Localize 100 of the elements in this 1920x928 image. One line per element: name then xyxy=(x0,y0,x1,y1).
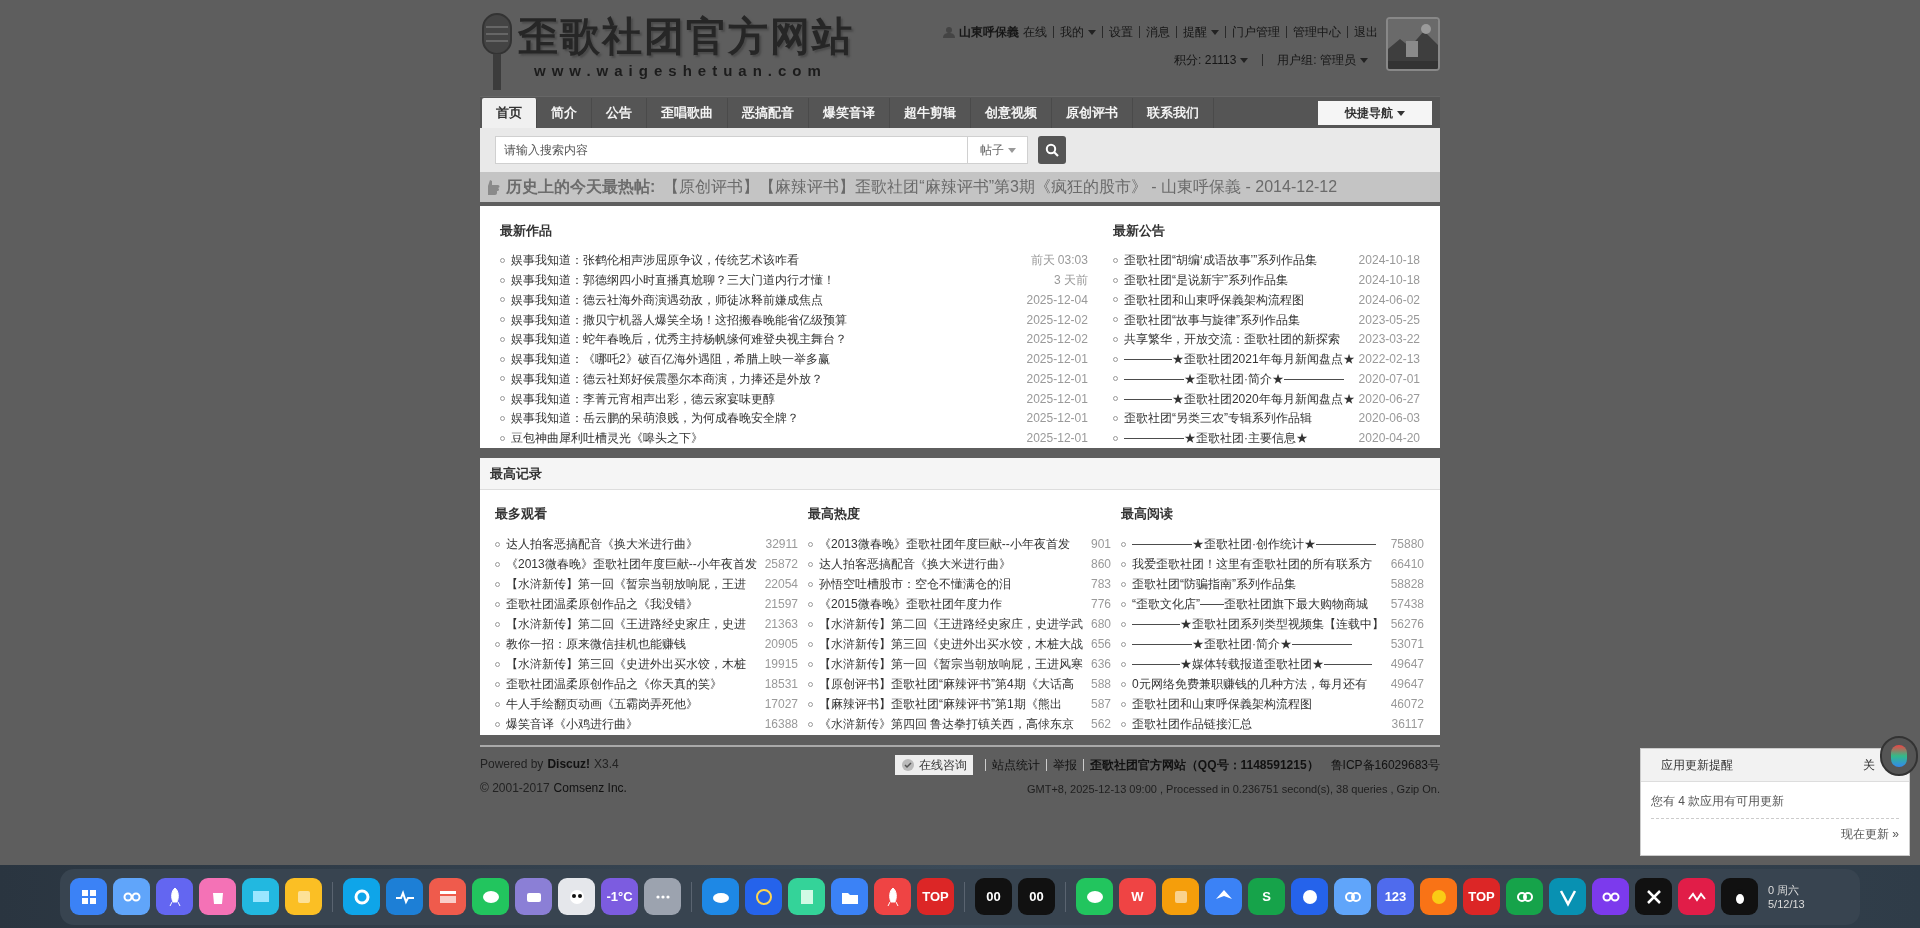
post-link[interactable]: 歪歌社团“是说新宇”系列作品集 xyxy=(1123,271,1288,290)
post-link[interactable]: ————★歪歌社团2021年每月新闻盘点★ xyxy=(1123,350,1355,369)
app-icon[interactable] xyxy=(1635,878,1672,915)
post-link[interactable]: 豆包神曲犀利吐槽灵光《嗥头之下》 xyxy=(511,429,703,448)
post-link[interactable]: 达人拍客恶搞配音《换大米进行曲》 xyxy=(506,535,698,553)
app-icon[interactable]: 123 xyxy=(1377,878,1414,915)
post-link[interactable]: 教你一招：原来微信挂机也能赚钱 xyxy=(506,635,686,653)
post-link[interactable]: 《2013微春晚》歪歌社团年度巨献--小年夜首发 xyxy=(506,555,757,573)
close-button[interactable]: 关 xyxy=(1863,756,1875,774)
post-link[interactable]: 达人拍客恶搞配音《换大米进行曲》 xyxy=(819,555,1011,573)
app-icon[interactable] xyxy=(1420,878,1457,915)
nav-tab[interactable]: 首页 xyxy=(482,98,537,128)
post-link[interactable]: —————★歪歌社团·创作统计★————— xyxy=(1132,535,1376,553)
post-link[interactable]: 歪歌社团“防骗指南”系列作品集 xyxy=(1132,575,1296,593)
post-link[interactable]: 《水浒新传》第四回 鲁达拳打镇关西，高俅东京 xyxy=(819,715,1075,733)
app-icon[interactable] xyxy=(874,878,911,915)
post-link[interactable]: 【麻辣评书】歪歌社团“麻辣评书”第1期《熊出 xyxy=(819,695,1062,713)
app-icon[interactable] xyxy=(386,878,423,915)
app-icon[interactable] xyxy=(70,878,107,915)
app-icon[interactable] xyxy=(745,878,782,915)
post-link[interactable]: —————★歪歌社团·主要信息★ xyxy=(1123,429,1308,448)
app-icon[interactable] xyxy=(1721,878,1758,915)
app-icon[interactable] xyxy=(343,878,380,915)
online-consult-button[interactable]: 在线咨询 xyxy=(894,755,973,775)
app-icon[interactable] xyxy=(788,878,825,915)
app-icon[interactable] xyxy=(113,878,150,915)
post-link[interactable]: 娱事我知道：德云社郑好侯震墨尔本商演，力捧还是外放？ xyxy=(511,369,823,388)
app-icon[interactable] xyxy=(1205,878,1242,915)
post-link[interactable]: 歪歌社团作品链接汇总 xyxy=(1132,715,1252,733)
app-icon[interactable] xyxy=(558,878,595,915)
app-icon[interactable] xyxy=(429,878,466,915)
post-link[interactable]: ————★媒体转载报道歪歌社团★———— xyxy=(1132,655,1372,673)
post-link[interactable]: 共享繁华，开放交流：歪歌社团的新探索 xyxy=(1123,330,1340,349)
app-icon[interactable] xyxy=(1334,878,1371,915)
app-icon[interactable] xyxy=(1162,878,1199,915)
app-icon[interactable]: TOP xyxy=(1463,878,1500,915)
app-icon[interactable]: TOP xyxy=(917,878,954,915)
post-link[interactable]: 《2015微春晚》歪歌社团年度力作 xyxy=(819,595,1002,613)
post-link[interactable]: “歪歌文化店”——歪歌社团旗下最大购物商城 xyxy=(1132,595,1368,613)
post-link[interactable]: 娱事我知道：张鹤伦相声涉屈原争议，传统艺术该咋看 xyxy=(511,251,799,270)
post-link[interactable]: 【水浒新传】第二回《王进路经史家庄，史进学武 xyxy=(819,615,1083,633)
post-link[interactable]: 牛人手绘翻页动画《五霸岗弄死他》 xyxy=(506,695,698,713)
app-icon[interactable]: 00 xyxy=(1018,878,1055,915)
post-link[interactable]: 【水浒新传】第一回《暂宗当朝放响屁，王进风寒 xyxy=(819,655,1083,673)
post-link[interactable]: 【水浒新传】第三回《史进外出买水饺，木桩 xyxy=(506,655,746,673)
search-button[interactable] xyxy=(1038,136,1066,164)
post-link[interactable]: 歪歌社团和山東呼保義架构流程图 xyxy=(1123,290,1304,309)
post-link[interactable]: 爆笑音译《小鸡进行曲》 xyxy=(506,715,638,733)
app-icon[interactable]: -1°C xyxy=(601,878,638,915)
app-icon[interactable] xyxy=(285,878,322,915)
app-icon[interactable] xyxy=(242,878,279,915)
app-icon[interactable] xyxy=(199,878,236,915)
post-link[interactable]: 娱事我知道：《哪吒2》破百亿海外遇阻，希腊上映一举多赢 xyxy=(511,350,830,369)
post-link[interactable]: 我爱歪歌社团！这里有歪歌社团的所有联系方 xyxy=(1132,555,1372,573)
quick-nav-button[interactable]: 快捷导航 xyxy=(1318,101,1432,125)
app-icon[interactable]: 00 xyxy=(975,878,1012,915)
post-link[interactable]: 歪歌社团和山東呼保義架构流程图 xyxy=(1132,695,1312,713)
app-icon[interactable] xyxy=(1678,878,1715,915)
post-link[interactable]: 孙悟空吐槽股市：空仓不懂满仓的泪 xyxy=(819,575,1011,593)
post-link[interactable]: 歪歌社团“胡编‘成语故事’”系列作品集 xyxy=(1123,251,1318,270)
post-link[interactable]: —————★歪歌社团·简介★————— xyxy=(1123,369,1344,388)
search-type-select[interactable]: 帖子 xyxy=(968,136,1028,164)
post-link[interactable]: 【原创评书】歪歌社团“麻辣评书”第4期《大话高 xyxy=(819,675,1074,693)
search-field[interactable]: 请输入搜索内容 xyxy=(495,136,968,164)
post-link[interactable]: 娱事我知道：李菁元宵相声出彩，德云家宴味更醇 xyxy=(511,389,775,408)
app-icon[interactable]: W xyxy=(1119,878,1156,915)
post-link[interactable]: 娱事我知道：德云社海外商演遇劲敌，师徒冰释前嫌成焦点 xyxy=(511,290,823,309)
app-icon[interactable] xyxy=(156,878,193,915)
app-icon[interactable] xyxy=(1549,878,1586,915)
post-link[interactable]: 0元网络免费兼职赚钱的几种方法，每月还有 xyxy=(1132,675,1367,693)
post-link[interactable]: —————★歪歌社团·简介★————— xyxy=(1132,635,1352,653)
post-meta: 57438 xyxy=(1389,596,1424,613)
microphone-icon xyxy=(480,12,514,92)
post-link[interactable]: 歪歌社团温柔原创作品之《你天真的笑》 xyxy=(506,675,722,693)
post-link[interactable]: ————★歪歌社团2020年每月新闻盘点★ xyxy=(1123,389,1355,408)
post-link[interactable]: 娱事我知道：岳云鹏的呆萌浪贱，为何成春晚安全牌？ xyxy=(511,409,799,428)
app-icon[interactable] xyxy=(1506,878,1543,915)
app-icon[interactable] xyxy=(644,878,681,915)
post-link[interactable]: 歪歌社团“另类三农”专辑系列作品辑 xyxy=(1123,409,1312,428)
avatar[interactable] xyxy=(1386,17,1440,71)
post-link[interactable]: 歪歌社团温柔原创作品之《我没错》 xyxy=(506,595,698,613)
update-now-link[interactable]: 现在更新 » xyxy=(1841,825,1899,843)
app-icon[interactable] xyxy=(515,878,552,915)
app-icon[interactable] xyxy=(1076,878,1113,915)
post-link[interactable]: 《2013微春晚》歪歌社团年度巨献--小年夜首发 xyxy=(819,535,1070,553)
post-link[interactable]: ————★歪歌社团系列类型视频集【连载中】 xyxy=(1132,615,1384,633)
post-link[interactable]: 歪歌社团“故事与旋律”系列作品集 xyxy=(1123,310,1300,329)
post-link[interactable]: 娱事我知道：撒贝宁机器人爆笑全场！这招搬春晚能省亿级预算 xyxy=(511,310,847,329)
post-link[interactable]: 【水浒新传】第三回《史进外出买水饺，木桩大战 xyxy=(819,635,1083,653)
post-link[interactable]: 娱事我知道：郭德纲四小时直播真尬聊？三大门道内行才懂！ xyxy=(511,271,835,290)
app-icon[interactable] xyxy=(831,878,868,915)
app-icon[interactable] xyxy=(1291,878,1328,915)
post-link[interactable]: 【水浒新传】第二回《王进路经史家庄，史进 xyxy=(506,615,746,633)
app-icon[interactable] xyxy=(702,878,739,915)
post-link[interactable]: 【水浒新传】第一回《暂宗当朝放响屁，王进 xyxy=(506,575,746,593)
assistant-orb-icon[interactable] xyxy=(1880,736,1918,776)
app-icon[interactable] xyxy=(1592,878,1629,915)
app-icon[interactable] xyxy=(472,878,509,915)
post-link[interactable]: 娱事我知道：蛇年春晚后，优秀主持杨帆缘何难登央视主舞台？ xyxy=(511,330,847,349)
post-meta: 2025-12-01 xyxy=(1025,351,1088,369)
